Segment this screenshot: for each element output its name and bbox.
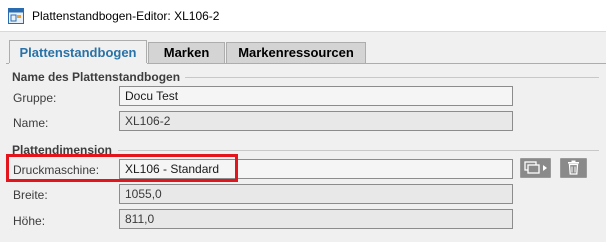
select-dropdown-icon: [524, 161, 547, 174]
trash-icon: [568, 160, 579, 175]
highlight-box: [6, 154, 238, 182]
section-divider: [118, 150, 599, 151]
gruppe-label: Gruppe:: [13, 91, 57, 105]
window-title: Plattenstandbogen-Editor: XL106-2: [32, 9, 220, 23]
hoehe-label: Höhe:: [13, 214, 46, 228]
gruppe-field[interactable]: Docu Test: [119, 86, 513, 106]
breite-field[interactable]: 1055,0: [119, 184, 513, 204]
editor-panel: Plattenstandbogen Marken Markenressource…: [0, 32, 606, 242]
select-machine-button[interactable]: [520, 158, 551, 178]
section-divider: [185, 77, 599, 78]
breite-label: Breite:: [13, 188, 48, 202]
tab-markenressourcen[interactable]: Markenressourcen: [226, 42, 366, 63]
name-label: Name:: [13, 116, 49, 130]
tab-plattenstandbogen[interactable]: Plattenstandbogen: [9, 40, 147, 64]
sheet-editor-icon: [8, 8, 24, 24]
name-field[interactable]: XL106-2: [119, 111, 513, 131]
hoehe-field[interactable]: 811,0: [119, 209, 513, 229]
delete-button[interactable]: [560, 158, 587, 178]
active-tab-gap: [9, 63, 147, 64]
tab-marken[interactable]: Marken: [148, 42, 225, 63]
title-bar: Plattenstandbogen-Editor: XL106-2: [0, 0, 606, 32]
section-title-name: Name des Plattenstandbogen: [12, 70, 181, 84]
